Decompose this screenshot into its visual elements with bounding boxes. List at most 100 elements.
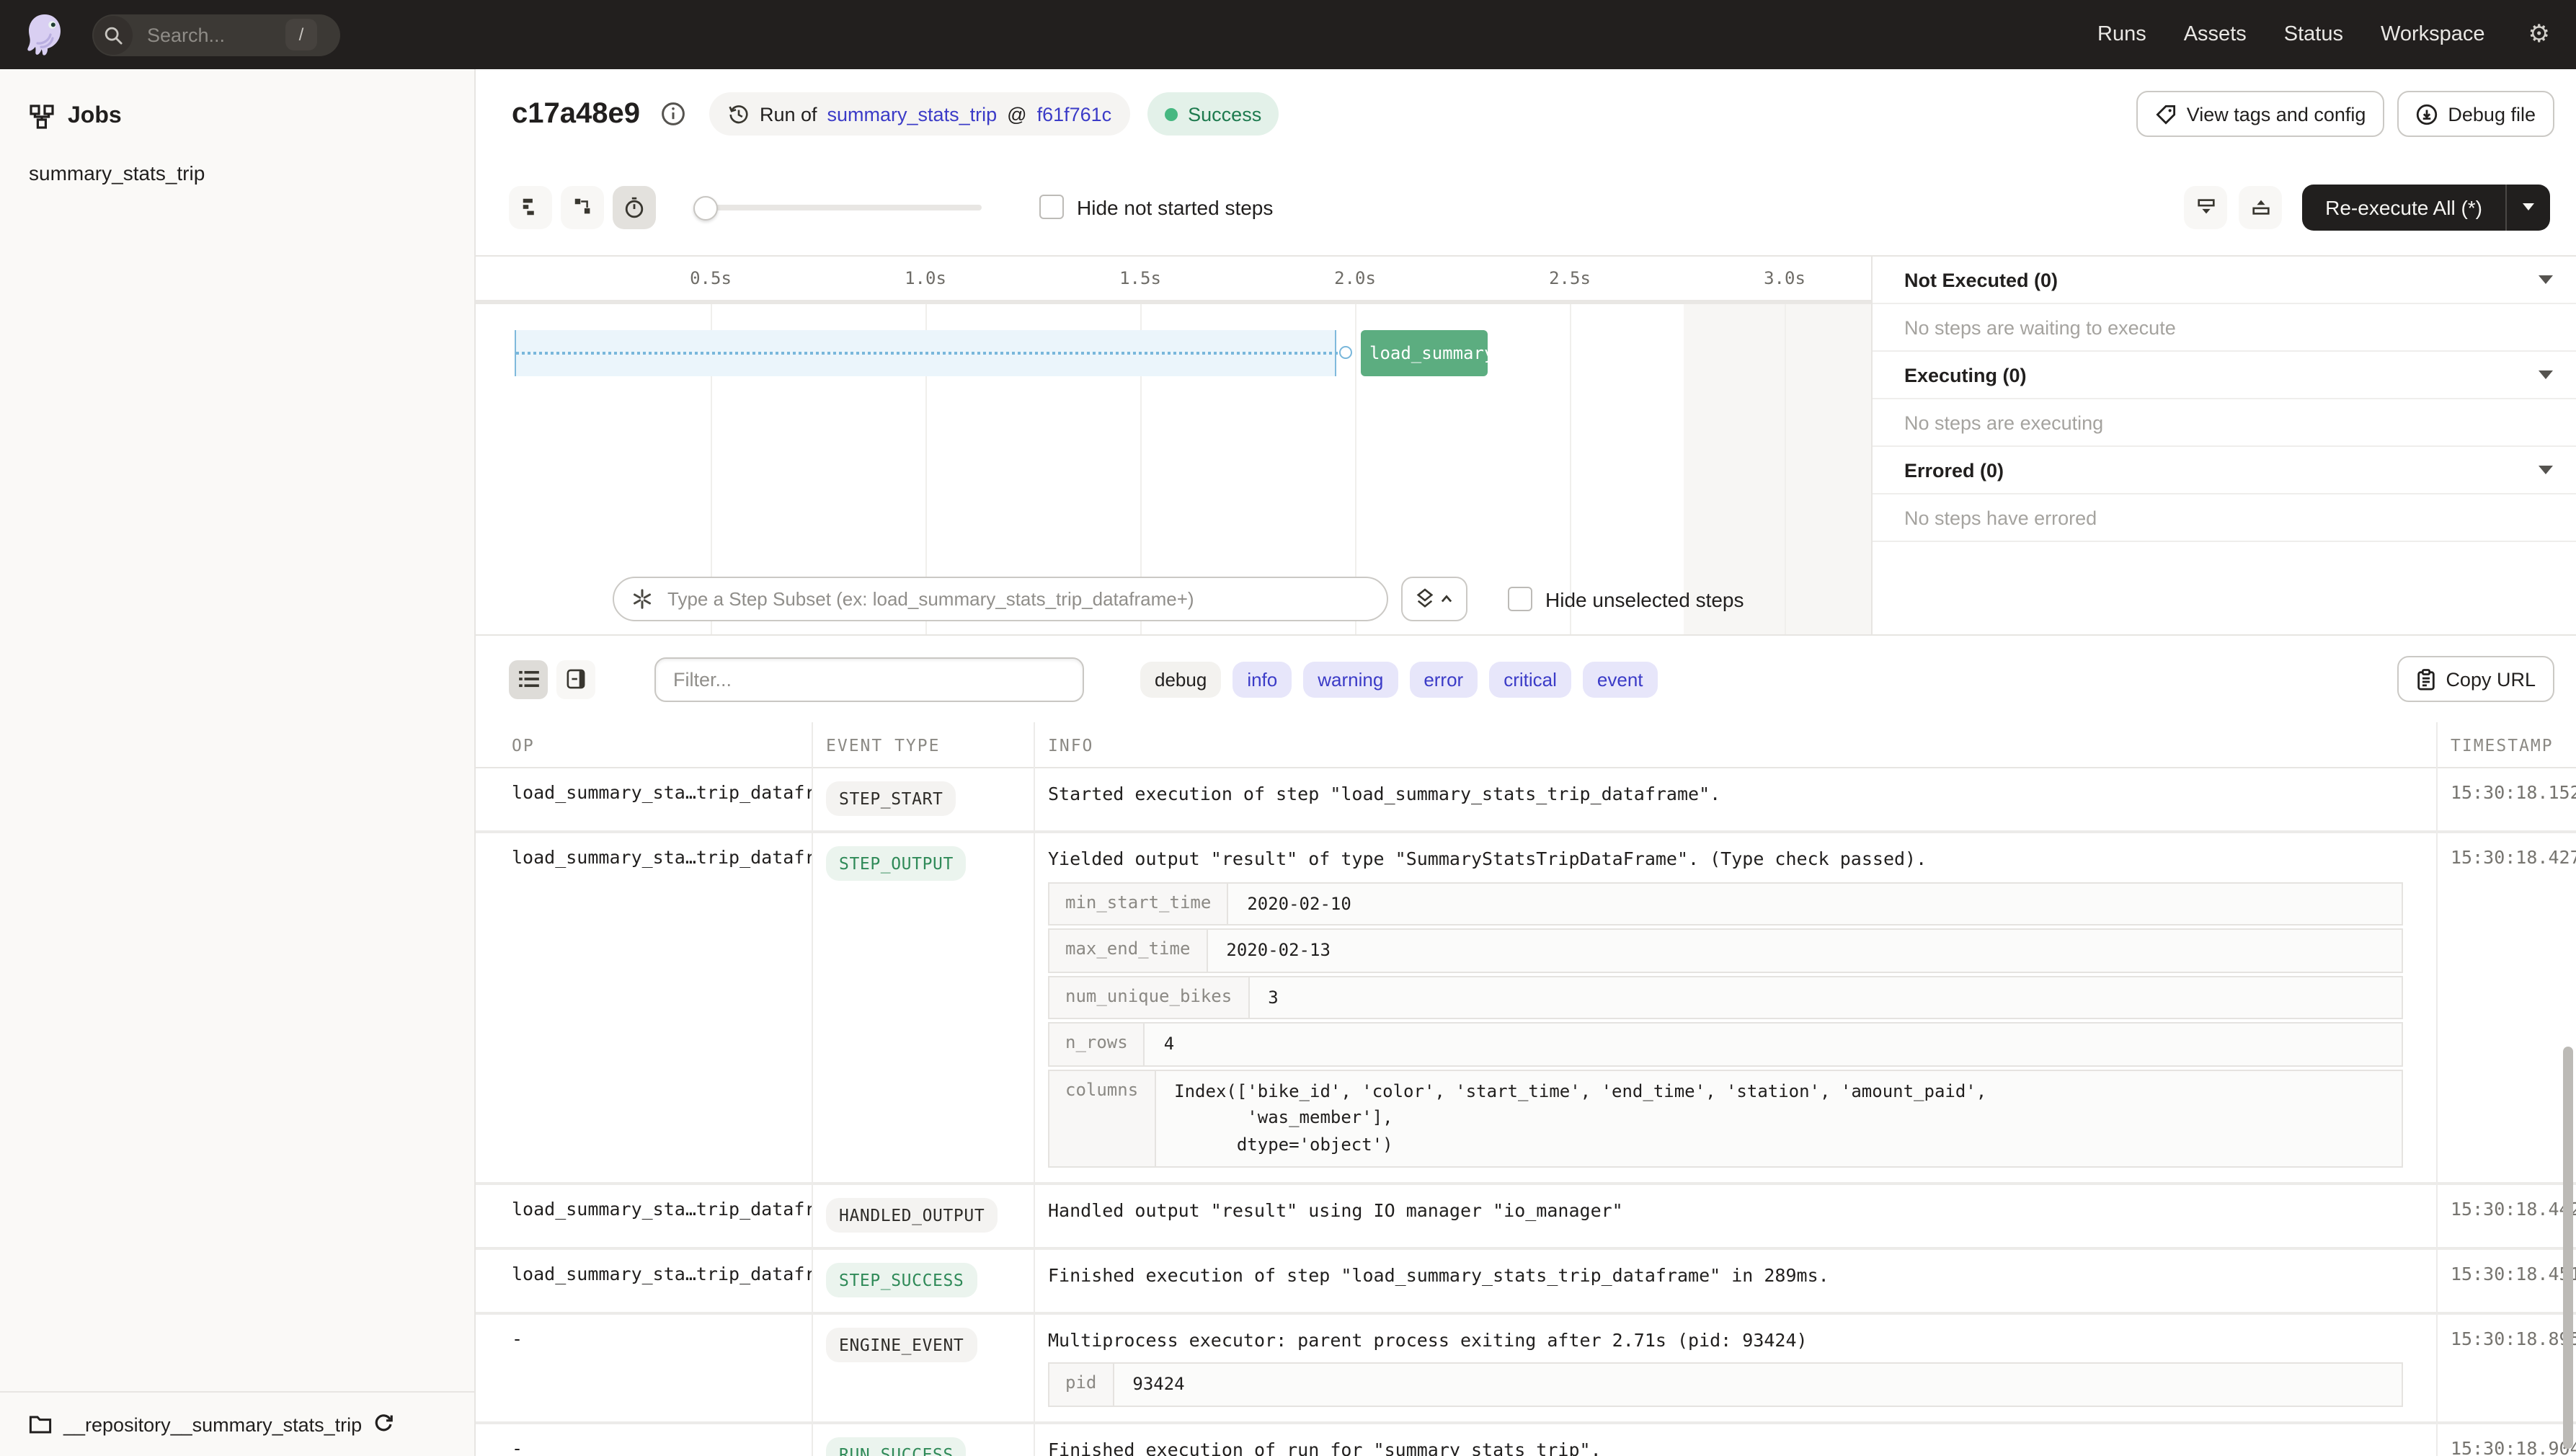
level-debug[interactable]: debug xyxy=(1140,661,1221,697)
waterfall-view-icon[interactable] xyxy=(561,185,604,228)
collapse-panel-icon[interactable] xyxy=(2184,185,2227,228)
gear-icon[interactable]: ⚙ xyxy=(2528,20,2551,49)
axis-tick: 3.0s xyxy=(1764,268,1806,288)
hide-not-started-checkbox[interactable]: Hide not started steps xyxy=(1039,195,1273,219)
event-type-badge: STEP_SUCCESS xyxy=(826,1262,977,1297)
log-row[interactable]: load_summary_sta…trip_dataframe STEP_OUT… xyxy=(476,833,2576,1184)
op-cell: - xyxy=(476,1327,812,1349)
step-subset-input[interactable] xyxy=(665,587,1369,611)
gantt-status-split: 0.5s 1.0s 1.5s 2.0s 2.5s 3.0s load_summa… xyxy=(476,255,2576,634)
step-start-marker xyxy=(1339,346,1352,359)
copy-url-button[interactable]: Copy URL xyxy=(2397,656,2554,702)
vertical-scrollbar[interactable] xyxy=(2563,1047,2573,1449)
gantt-step-bar[interactable]: load_summary_sta xyxy=(1361,330,1488,376)
info-cell: Started execution of step "load_summary_… xyxy=(1034,781,2436,807)
section-title: Errored (0) xyxy=(1904,459,2539,481)
timer-view-icon[interactable] xyxy=(613,185,656,228)
run-detail-main: c17a48e9 Run of summary_stats_trip @ f61… xyxy=(476,69,2576,1456)
event-type-badge: RUN_SUCCESS xyxy=(826,1437,967,1456)
log-table-header: OP EVENT TYPE INFO TIMESTAMP xyxy=(476,722,2576,768)
gantt-chart: 0.5s 1.0s 1.5s 2.0s 2.5s 3.0s load_summa… xyxy=(476,257,1871,634)
log-row[interactable]: - RUN_SUCCESS Finished execution of run … xyxy=(476,1424,2576,1456)
axis-tick: 2.0s xyxy=(1334,268,1376,288)
op-selector-icon xyxy=(631,588,653,610)
hide-unselected-checkbox[interactable]: Hide unselected steps xyxy=(1508,587,1744,611)
level-info[interactable]: info xyxy=(1233,661,1292,697)
engine-metadata-table: pid 93424 xyxy=(1048,1362,2403,1406)
section-not-executed[interactable]: Not Executed (0) xyxy=(1873,257,2576,304)
op-cell: load_summary_sta…trip_dataframe xyxy=(476,781,812,803)
metadata-key: max_end_time xyxy=(1049,930,1207,971)
log-row[interactable]: - ENGINE_EVENT Multiprocess executor: pa… xyxy=(476,1314,2576,1424)
level-error[interactable]: error xyxy=(1409,661,1478,697)
folder-icon xyxy=(29,1414,52,1434)
run-id: c17a48e9 xyxy=(512,97,640,130)
refresh-icon[interactable] xyxy=(373,1414,394,1434)
section-errored[interactable]: Errored (0) xyxy=(1873,447,2576,494)
timestamp-cell: 15:30:18.442 xyxy=(2436,1197,2576,1219)
log-table: OP EVENT TYPE INFO TIMESTAMP load_summar… xyxy=(476,722,2576,1456)
log-filter-input[interactable] xyxy=(654,657,1084,701)
level-critical[interactable]: critical xyxy=(1489,661,1571,697)
log-row[interactable]: load_summary_sta…trip_dataframe STEP_STA… xyxy=(476,768,2576,833)
section-executing[interactable]: Executing (0) xyxy=(1873,352,2576,399)
nav-status[interactable]: Status xyxy=(2284,23,2343,46)
step-subset-field[interactable] xyxy=(613,577,1388,621)
commit-link[interactable]: f61f761c xyxy=(1037,103,1112,125)
metadata-row: num_unique_bikes 3 xyxy=(1048,975,2403,1019)
info-cell: Multiprocess executor: parent process ex… xyxy=(1048,1328,1808,1350)
chevron-down-icon[interactable] xyxy=(2539,370,2553,379)
metadata-row: pid 93424 xyxy=(1048,1362,2403,1406)
reexecute-dropdown-caret[interactable] xyxy=(2507,184,2550,230)
view-tags-config-button[interactable]: View tags and config xyxy=(2136,91,2385,137)
jobs-sidebar: Jobs summary_stats_trip __repository__su… xyxy=(0,69,476,1456)
slider-knob[interactable] xyxy=(693,195,718,220)
metadata-key: min_start_time xyxy=(1049,883,1228,924)
metadata-value: 2020-02-10 xyxy=(1228,883,1370,924)
nav-workspace[interactable]: Workspace xyxy=(2381,23,2485,46)
checkbox-icon[interactable] xyxy=(1039,195,1064,219)
search-input[interactable] xyxy=(144,22,283,47)
repository-name: __repository__summary_stats_trip xyxy=(63,1413,362,1435)
metadata-key: pid xyxy=(1049,1364,1114,1405)
status-badge: Success xyxy=(1147,92,1279,136)
nav-runs[interactable]: Runs xyxy=(2097,23,2146,46)
log-row[interactable]: load_summary_sta…trip_dataframe STEP_SUC… xyxy=(476,1249,2576,1314)
metadata-value: 3 xyxy=(1249,977,1297,1018)
column-divider xyxy=(1034,722,1035,1456)
metadata-key: n_rows xyxy=(1049,1024,1145,1065)
chevron-down-icon[interactable] xyxy=(2539,275,2553,284)
sidebar-item-summary-stats-trip[interactable]: summary_stats_trip xyxy=(0,130,474,185)
log-list-view-icon[interactable] xyxy=(509,660,548,698)
metadata-row: columns Index(['bike_id', 'color', 'star… xyxy=(1048,1070,2403,1168)
info-icon[interactable] xyxy=(660,101,686,127)
chevron-down-icon[interactable] xyxy=(2539,466,2553,474)
clipboard-icon xyxy=(2415,668,2435,690)
level-event[interactable]: event xyxy=(1583,661,1658,697)
metadata-key: num_unique_bikes xyxy=(1049,977,1249,1018)
dagster-logo-icon[interactable] xyxy=(22,12,68,58)
repository-footer[interactable]: __repository__summary_stats_trip xyxy=(0,1391,474,1456)
header-event-type: EVENT TYPE xyxy=(812,734,1034,755)
at-separator: @ xyxy=(1007,103,1026,125)
output-metadata-table: min_start_time 2020-02-10 max_end_time 2… xyxy=(1048,882,2403,1167)
graph-query-toggle-button[interactable] xyxy=(1401,577,1467,621)
info-cell: Handled output "result" using IO manager… xyxy=(1034,1197,2436,1222)
checkbox-icon[interactable] xyxy=(1508,587,1532,611)
flat-view-icon[interactable] xyxy=(509,185,552,228)
reexecute-all-button[interactable]: Re-execute All (*) xyxy=(2302,184,2550,230)
global-search[interactable]: / xyxy=(92,14,340,56)
debug-file-button[interactable]: Debug file xyxy=(2397,91,2554,137)
nav-assets[interactable]: Assets xyxy=(2184,23,2247,46)
log-row[interactable]: load_summary_sta…trip_dataframe HANDLED_… xyxy=(476,1184,2576,1249)
log-structured-view-icon[interactable] xyxy=(556,660,595,698)
timestamp-cell: 15:30:18.904 xyxy=(2436,1437,2576,1456)
pipeline-link[interactable]: summary_stats_trip xyxy=(827,103,998,125)
zoom-slider[interactable] xyxy=(693,185,982,228)
expand-panel-icon[interactable] xyxy=(2239,185,2282,228)
reexecute-all-label: Re-execute All (*) xyxy=(2302,184,2505,230)
view-tags-config-label: View tags and config xyxy=(2187,103,2366,125)
run-of-label: Run of xyxy=(760,103,817,125)
info-cell: Finished execution of run for "summary_s… xyxy=(1034,1437,2436,1456)
level-warning[interactable]: warning xyxy=(1303,661,1398,697)
